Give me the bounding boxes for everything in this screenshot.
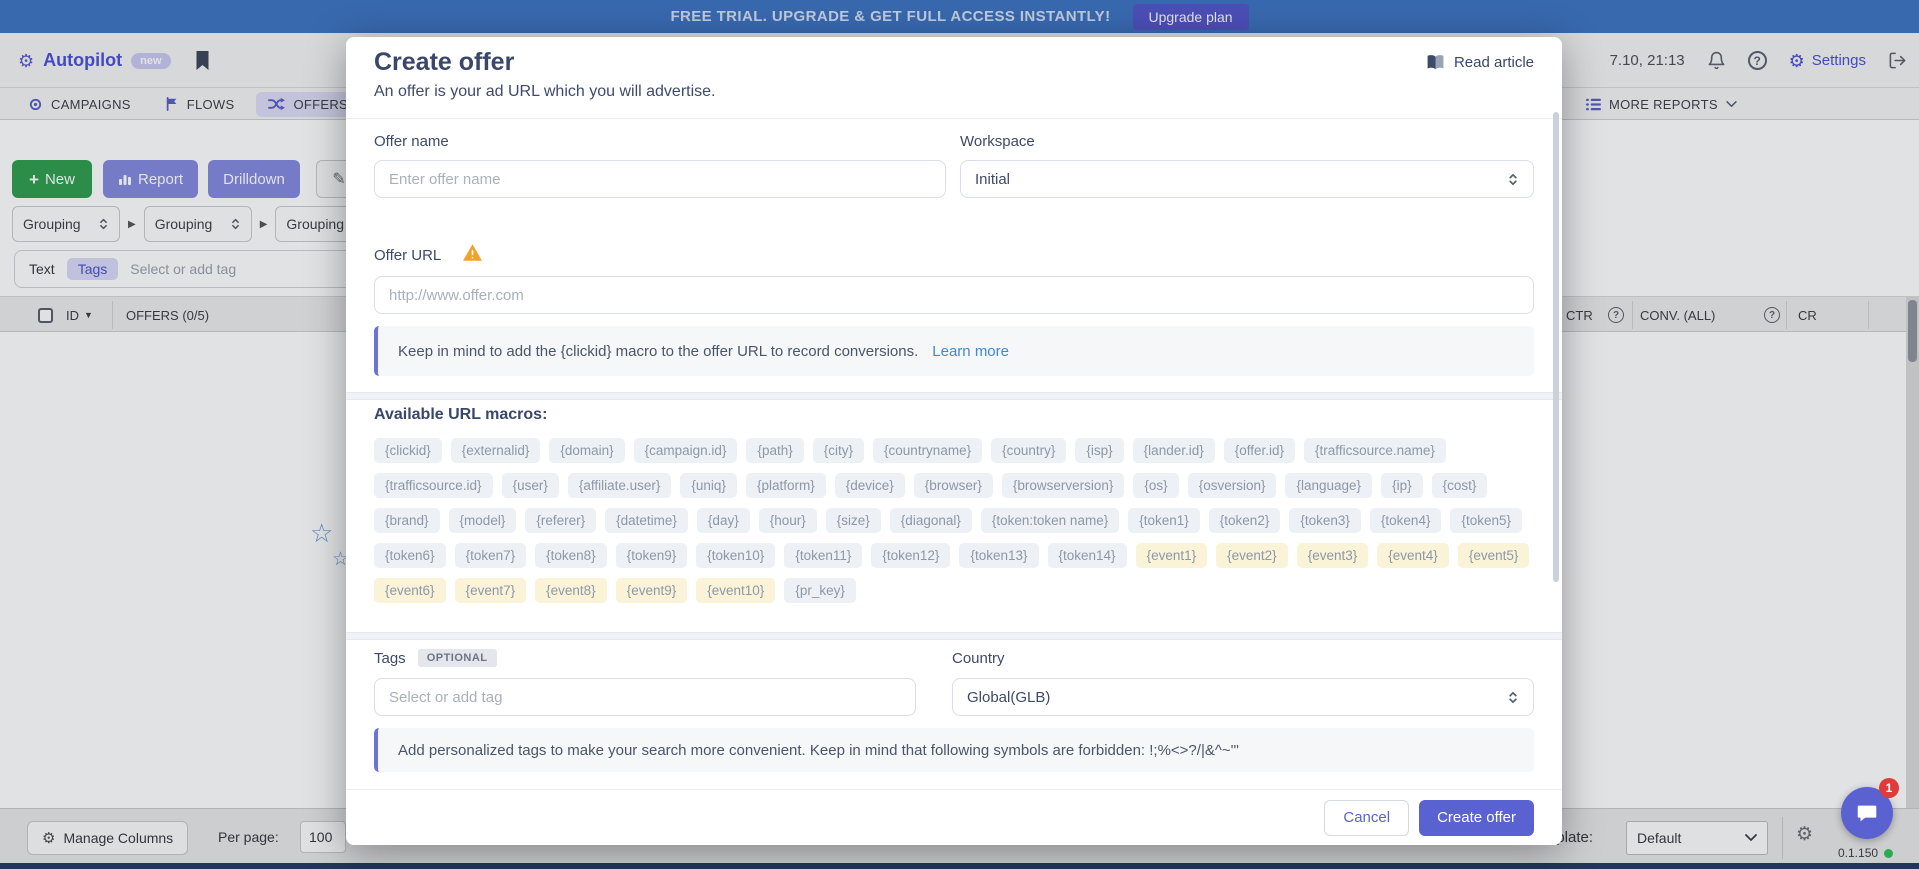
macro-chip[interactable]: {event5} bbox=[1458, 543, 1530, 568]
macro-chip[interactable]: {event3} bbox=[1297, 543, 1369, 568]
macro-chip[interactable]: {countryname} bbox=[873, 438, 982, 463]
macros-label: Available URL macros: bbox=[374, 406, 547, 424]
macro-chip[interactable]: {path} bbox=[746, 438, 803, 463]
macro-chip[interactable]: {event9} bbox=[616, 578, 688, 603]
macro-chip[interactable]: {event10} bbox=[696, 578, 775, 603]
macro-chip[interactable]: {token2} bbox=[1209, 508, 1281, 533]
chat-unread-badge: 1 bbox=[1879, 778, 1899, 798]
modal-header: Create offer An offer is your ad URL whi… bbox=[346, 37, 1562, 119]
chevron-updown-icon bbox=[1507, 172, 1519, 187]
learn-more-link[interactable]: Learn more bbox=[932, 343, 1009, 360]
macro-chip[interactable]: {offer.id} bbox=[1224, 438, 1295, 463]
tags-note-box: Add personalized tags to make your searc… bbox=[374, 728, 1534, 772]
macros-list: {clickid} {externalid} {domain} {campaign.i… bbox=[374, 438, 1539, 603]
offer-url-input[interactable] bbox=[374, 276, 1534, 314]
create-offer-modal: Create offer An offer is your ad URL whi… bbox=[346, 37, 1562, 845]
modal-scrollbar-thumb[interactable] bbox=[1553, 112, 1559, 582]
macro-chip[interactable]: {affiliate.user} bbox=[568, 473, 672, 498]
macro-chip[interactable]: {browserversion} bbox=[1002, 473, 1125, 498]
macro-chip[interactable]: {cost} bbox=[1432, 473, 1488, 498]
macro-chip[interactable]: {token1} bbox=[1128, 508, 1200, 533]
cancel-button[interactable]: Cancel bbox=[1324, 800, 1409, 836]
macro-chip[interactable]: {language} bbox=[1285, 473, 1372, 498]
macro-chip[interactable]: {user} bbox=[502, 473, 559, 498]
macro-chip[interactable]: {event8} bbox=[535, 578, 607, 603]
optional-badge: OPTIONAL bbox=[418, 649, 497, 667]
modal-subtitle: An offer is your ad URL which you will a… bbox=[374, 83, 715, 101]
macro-chip[interactable]: {browser} bbox=[914, 473, 993, 498]
macro-chip[interactable]: {ip} bbox=[1381, 473, 1423, 498]
tags-label: Tags bbox=[374, 650, 406, 667]
macro-chip[interactable]: {domain} bbox=[549, 438, 624, 463]
macro-chip[interactable]: {isp} bbox=[1075, 438, 1123, 463]
macro-chip[interactable]: {trafficsource.id} bbox=[374, 473, 493, 498]
macro-chip[interactable]: {event6} bbox=[374, 578, 446, 603]
macro-chip[interactable]: {country} bbox=[991, 438, 1066, 463]
macro-chip[interactable]: {token7} bbox=[455, 543, 527, 568]
offer-name-label: Offer name bbox=[374, 133, 449, 150]
workspace-select[interactable]: Initial bbox=[960, 160, 1534, 198]
macro-chip[interactable]: {clickid} bbox=[374, 438, 442, 463]
modal-title: Create offer bbox=[374, 48, 514, 77]
workspace-select-value: Initial bbox=[975, 171, 1010, 188]
macro-chip[interactable]: {token6} bbox=[374, 543, 446, 568]
macro-chip[interactable]: {brand} bbox=[374, 508, 440, 533]
macro-chip[interactable]: {datetime} bbox=[605, 508, 688, 533]
macro-chip[interactable]: {diagonal} bbox=[890, 508, 972, 533]
macro-chip[interactable]: {size} bbox=[826, 508, 881, 533]
country-select-value: Global(GLB) bbox=[967, 689, 1050, 706]
macro-chip[interactable]: {event2} bbox=[1216, 543, 1288, 568]
chat-icon bbox=[1854, 800, 1880, 826]
chevron-updown-icon bbox=[1507, 690, 1519, 705]
macro-chip[interactable]: {event7} bbox=[455, 578, 527, 603]
offer-name-input[interactable] bbox=[374, 160, 946, 198]
clickid-note-text: Keep in mind to add the {clickid} macro … bbox=[398, 343, 918, 360]
macro-chip[interactable]: {platform} bbox=[746, 473, 826, 498]
macro-chip[interactable]: {token12} bbox=[871, 543, 950, 568]
book-icon bbox=[1426, 54, 1445, 71]
macro-chip[interactable]: {city} bbox=[813, 438, 864, 463]
macro-chip[interactable]: {os} bbox=[1133, 473, 1178, 498]
macro-chip[interactable]: {model} bbox=[449, 508, 517, 533]
create-offer-button[interactable]: Create offer bbox=[1419, 800, 1534, 836]
macro-chip[interactable]: {day} bbox=[697, 508, 750, 533]
macro-chip[interactable]: {lander.id} bbox=[1133, 438, 1215, 463]
tags-note-text: Add personalized tags to make your searc… bbox=[398, 742, 1239, 759]
macro-chip[interactable]: {trafficsource.name} bbox=[1304, 438, 1446, 463]
warning-icon bbox=[462, 243, 483, 262]
workspace-label: Workspace bbox=[960, 133, 1035, 150]
macro-chip[interactable]: {campaign.id} bbox=[634, 438, 738, 463]
clickid-note-box: Keep in mind to add the {clickid} macro … bbox=[374, 326, 1534, 376]
modal-footer: Cancel Create offer bbox=[346, 789, 1562, 845]
macro-chip[interactable]: {uniq} bbox=[680, 473, 737, 498]
macro-chip[interactable]: {token8} bbox=[535, 543, 607, 568]
read-article-label: Read article bbox=[1454, 54, 1534, 71]
macro-chip[interactable]: {token13} bbox=[959, 543, 1038, 568]
macro-chip[interactable]: {token:token name} bbox=[981, 508, 1119, 533]
macro-chip[interactable]: {event1} bbox=[1136, 543, 1208, 568]
macro-chip[interactable]: {pr_key} bbox=[784, 578, 856, 603]
app-screen: FREE TRIAL. UPGRADE & GET FULL ACCESS IN… bbox=[0, 0, 1919, 869]
macro-chip[interactable]: {token10} bbox=[696, 543, 775, 568]
macro-chip[interactable]: {token5} bbox=[1450, 508, 1522, 533]
tags-input[interactable] bbox=[374, 678, 916, 716]
section-divider bbox=[346, 632, 1562, 640]
macro-chip[interactable]: {externalid} bbox=[451, 438, 541, 463]
section-divider bbox=[346, 392, 1562, 400]
macro-chip[interactable]: {hour} bbox=[759, 508, 817, 533]
offer-url-label: Offer URL bbox=[374, 247, 441, 264]
macro-chip[interactable]: {token11} bbox=[784, 543, 862, 568]
country-label: Country bbox=[952, 650, 1005, 667]
macro-chip[interactable]: {token4} bbox=[1370, 508, 1442, 533]
macro-chip[interactable]: {token9} bbox=[616, 543, 688, 568]
country-select[interactable]: Global(GLB) bbox=[952, 678, 1534, 716]
macro-chip[interactable]: {device} bbox=[835, 473, 905, 498]
macro-chip[interactable]: {osversion} bbox=[1188, 473, 1277, 498]
macro-chip[interactable]: {referer} bbox=[525, 508, 596, 533]
macro-chip[interactable]: {event4} bbox=[1377, 543, 1449, 568]
macro-chip[interactable]: {token3} bbox=[1289, 508, 1361, 533]
tags-label-group: Tags OPTIONAL bbox=[374, 650, 497, 667]
macro-chip[interactable]: {token14} bbox=[1048, 543, 1127, 568]
read-article-link[interactable]: Read article bbox=[1426, 54, 1534, 71]
